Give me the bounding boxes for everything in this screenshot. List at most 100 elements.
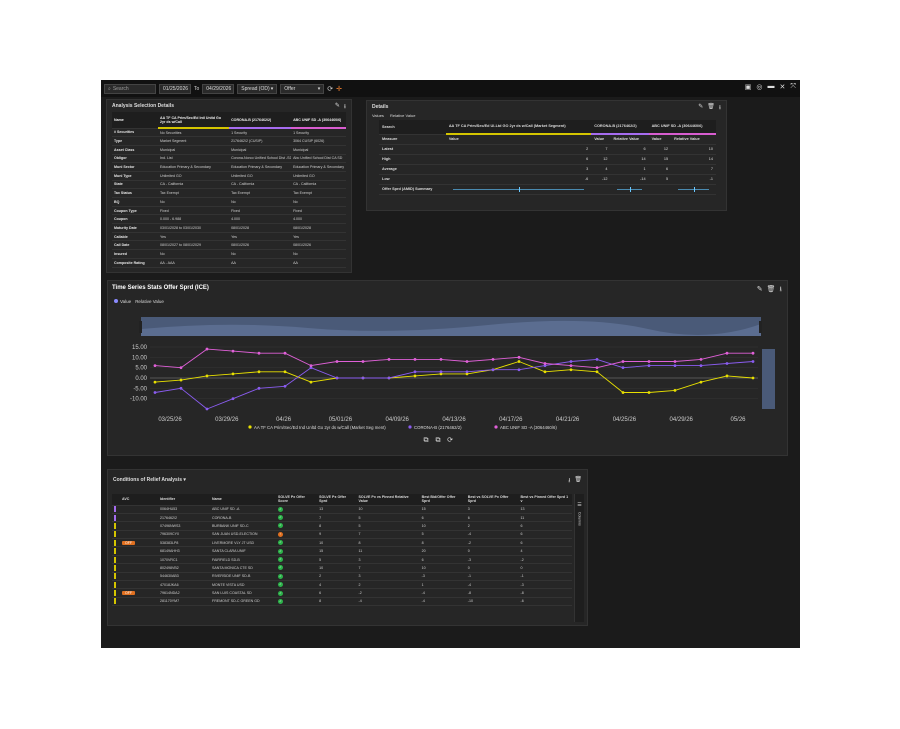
edit-icon[interactable]: ✎ xyxy=(698,103,703,113)
data-point[interactable] xyxy=(621,366,625,370)
data-point[interactable] xyxy=(647,360,651,363)
refresh-icon[interactable]: ⟳ xyxy=(327,85,333,93)
zoom-in-icon[interactable]: ⧉ xyxy=(424,436,429,444)
columns-tab[interactable]: Columns xyxy=(578,512,582,526)
table-row[interactable]: 1070VRC1 FAIRFIELD SD-B ✓ 5 3 6 -3 -2 xyxy=(112,555,572,565)
identifier-cell[interactable]: 47018JKA6 xyxy=(158,580,210,590)
delete-icon[interactable]: 🗑 xyxy=(574,476,582,486)
legend-label[interactable]: AA TF CA Prim/Sec/Ed Ind Unltd Go 2yr ds… xyxy=(254,425,386,430)
data-point[interactable] xyxy=(283,370,287,374)
data-point[interactable] xyxy=(231,372,235,376)
data-point[interactable] xyxy=(413,370,417,374)
data-point[interactable] xyxy=(335,376,339,380)
download-icon[interactable]: ⭳ xyxy=(719,103,721,113)
data-point[interactable] xyxy=(543,362,547,365)
data-point[interactable] xyxy=(621,360,625,363)
identifier-cell[interactable]: 538383LP8 xyxy=(158,538,210,548)
table-row[interactable]: 68149AHH3 SANTA CLARA UNIF ✓ 15 11 20 0 4 xyxy=(112,546,572,556)
column-header[interactable]: SOLVE Px Offer Score xyxy=(276,494,318,506)
expand-icon[interactable]: ⤧ xyxy=(790,83,796,91)
data-point[interactable] xyxy=(153,364,157,367)
data-point[interactable] xyxy=(309,380,313,384)
vertical-scroller[interactable] xyxy=(762,349,775,409)
add-icon[interactable]: ✛ xyxy=(336,85,342,93)
folder-icon[interactable]: ▬ xyxy=(768,83,775,91)
data-point[interactable] xyxy=(439,358,443,361)
date-to-input[interactable]: 04/29/2026 xyxy=(202,83,235,94)
data-point[interactable] xyxy=(387,376,391,380)
legend-label[interactable]: ABC UNIF SD -A (3064460/6) xyxy=(500,425,557,430)
measure-select[interactable]: Spread (OD) ▾ xyxy=(237,83,278,94)
data-point[interactable] xyxy=(465,360,469,363)
table-row[interactable]: OFF 538383LP8 LIVERMORE VLY JT USD ✓ 10 8 8 -2 6 xyxy=(112,538,572,548)
identifier-cell[interactable]: 1070VRC1 xyxy=(158,555,210,565)
data-point[interactable] xyxy=(335,360,339,363)
table-row[interactable]: 281170YM7 FREMONT SD-C GREEN GD ✓ 8 -4 -4 -10-… xyxy=(112,597,572,607)
data-point[interactable] xyxy=(569,360,573,363)
table-row[interactable]: 07496NWS3 BURBANK UNIF SD-C ✓ 8 5 10 2 6 xyxy=(112,521,572,531)
identifier-cell[interactable]: 0064HU53 xyxy=(158,505,210,514)
close-icon[interactable]: ✕ xyxy=(780,83,786,91)
data-point[interactable] xyxy=(595,370,599,374)
identifier-cell[interactable]: 281170YM7 xyxy=(158,597,210,607)
identifier-cell[interactable]: 796309CY0 xyxy=(158,530,210,540)
toggle-values[interactable]: Values xyxy=(372,113,384,118)
data-point[interactable] xyxy=(543,370,547,374)
data-point[interactable] xyxy=(647,364,651,367)
table-row[interactable]: 544630AB3 RIVERSIDE UNIF SD-B ✓ 2 3 -3 -1 -1 xyxy=(112,572,572,582)
data-point[interactable] xyxy=(153,380,157,384)
data-point[interactable] xyxy=(179,366,183,370)
table-row[interactable]: 2176462/2 CORONA-B ✓ 7 5 6 6 11 xyxy=(112,513,572,523)
table-row[interactable]: 47018JKA6 MONTE VISTA USD ✓ 4 2 1 -4 -3 xyxy=(112,580,572,590)
data-point[interactable] xyxy=(413,358,417,361)
data-point[interactable] xyxy=(699,380,703,384)
data-point[interactable] xyxy=(257,386,261,390)
data-point[interactable] xyxy=(491,358,495,361)
search-input[interactable]: ⌕ Search xyxy=(104,83,156,94)
data-point[interactable] xyxy=(205,347,209,351)
table-row[interactable]: OFF 79614NDA2 SAN LUIS COASTAL SD ✓ 6 -2 -4 -8-… xyxy=(112,588,572,598)
data-point[interactable] xyxy=(257,370,261,374)
data-point[interactable] xyxy=(751,351,755,355)
data-point[interactable] xyxy=(673,364,677,367)
column-header[interactable] xyxy=(112,494,120,506)
download-icon[interactable]: ⭳ xyxy=(568,476,570,486)
identifier-cell[interactable]: 2176462/2 xyxy=(158,513,210,523)
data-point[interactable] xyxy=(673,360,677,363)
off-badge[interactable]: OFF xyxy=(122,540,135,545)
data-point[interactable] xyxy=(595,366,599,370)
data-point[interactable] xyxy=(361,360,365,363)
data-point[interactable] xyxy=(309,364,313,367)
navigator-handle-right[interactable] xyxy=(759,321,762,333)
date-from-input[interactable]: 01/25/2026 xyxy=(159,83,191,94)
table-row[interactable]: 802498VB2 SANTA MONICA CTE SD ✓ 10 7 10 0 0 xyxy=(112,563,572,573)
data-point[interactable] xyxy=(413,374,417,378)
data-point[interactable] xyxy=(517,368,521,372)
delete-icon[interactable]: 🗑 xyxy=(707,103,715,113)
column-header[interactable]: SOLVE Px Offer Sprd xyxy=(317,494,357,506)
identifier-cell[interactable]: 544630AB3 xyxy=(158,572,210,582)
data-point[interactable] xyxy=(751,360,755,363)
column-header[interactable]: Name xyxy=(210,494,276,506)
reset-zoom-icon[interactable]: ⟳ xyxy=(447,436,453,444)
copy-icon[interactable]: ◎ xyxy=(756,83,762,91)
menu-icon[interactable]: ☰ xyxy=(575,502,584,508)
data-point[interactable] xyxy=(205,374,209,378)
data-point[interactable] xyxy=(231,349,235,353)
data-point[interactable] xyxy=(179,378,183,382)
data-point[interactable] xyxy=(699,364,703,367)
data-point[interactable] xyxy=(283,384,287,388)
data-point[interactable] xyxy=(595,358,599,361)
data-point[interactable] xyxy=(491,368,495,372)
column-header[interactable]: SOLVE Px vs Pinned Relative Value xyxy=(356,494,420,506)
off-badge[interactable]: OFF xyxy=(122,591,135,596)
table-row[interactable]: 0064HU53 ABC UNIF SD -A ✓ 13 10 15 3 13 xyxy=(112,505,572,514)
timeseries-chart[interactable]: 15.00 10.00 5.00 0.00 -5.00 -10.00 03/25/26 03/… xyxy=(108,281,789,457)
download-icon[interactable]: ⭳ xyxy=(344,102,346,112)
legend-label[interactable]: CORONA-B (2176462/2) xyxy=(414,425,462,430)
column-header[interactable]: Best Bid/Offer Offer Sprd xyxy=(419,494,466,506)
data-point[interactable] xyxy=(179,386,183,390)
data-point[interactable] xyxy=(751,376,755,380)
identifier-cell[interactable]: 07496NWS3 xyxy=(158,521,210,531)
column-header[interactable]: AVC xyxy=(120,494,158,506)
